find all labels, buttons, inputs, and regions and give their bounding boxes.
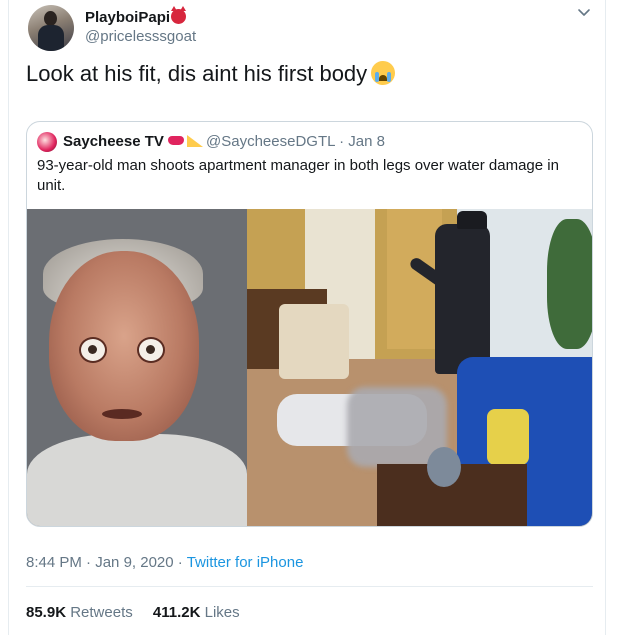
author-display-name[interactable]: PlayboiPapi — [85, 6, 187, 26]
stats-divider — [26, 586, 593, 587]
likes-count: 411.2K — [152, 604, 201, 621]
tweet-stats: 85.9K Retweets 411.2K Likes — [26, 604, 240, 621]
tweet-time[interactable]: 8:44 PM — [26, 554, 82, 571]
timestamp-separator: · — [86, 554, 92, 571]
quoted-author-avatar — [37, 132, 57, 152]
chevron-down-icon[interactable] — [577, 6, 591, 20]
quoted-text: 93-year-old man shoots apartment manager… — [37, 157, 559, 194]
lips-icon — [167, 136, 184, 145]
timestamp-separator-2: · — [177, 554, 183, 571]
quoted-display-name: Saycheese TV — [63, 133, 203, 150]
quoted-date: Jan 8 — [348, 133, 385, 150]
quoted-meta: @SaycheeseDGTL · Jan 8 — [206, 133, 385, 150]
devil-face-icon — [171, 6, 187, 24]
retweets-count: 85.9K — [26, 604, 67, 621]
likes-stat[interactable]: 411.2K Likes — [153, 604, 240, 621]
quoted-separator: · — [339, 133, 345, 150]
mugshot-photo[interactable] — [27, 209, 247, 526]
author-avatar[interactable] — [28, 5, 74, 51]
avatar-torso — [38, 25, 64, 51]
quoted-handle: @SaycheeseDGTL — [206, 133, 335, 150]
tweet-text: Look at his fit, dis aint his first body — [26, 61, 396, 87]
tweet-timestamp: 8:44 PM · Jan 9, 2020 · Twitter for iPho… — [26, 554, 303, 571]
likes-label: Likes — [204, 604, 240, 621]
surveillance-photo[interactable] — [247, 209, 592, 526]
tweet-source-link[interactable]: Twitter for iPhone — [187, 554, 304, 571]
quoted-name-text: Saycheese TV — [63, 133, 164, 150]
retweets-label: Retweets — [70, 604, 133, 621]
author-handle[interactable]: @pricelesssgoat — [85, 28, 196, 45]
tweet-date[interactable]: Jan 9, 2020 — [95, 554, 173, 571]
quoted-media[interactable] — [27, 209, 592, 526]
author-name-text: PlayboiPapi — [85, 9, 171, 26]
avatar-head — [44, 11, 57, 26]
cheese-icon — [186, 135, 203, 147]
retweets-stat[interactable]: 85.9K Retweets — [26, 604, 133, 621]
quoted-tweet[interactable]: Saycheese TV @SaycheeseDGTL · Jan 8 93-y… — [26, 121, 593, 527]
tweet-text-content: Look at his fit, dis aint his first body — [26, 61, 368, 86]
loudly-crying-face-icon — [371, 61, 396, 85]
